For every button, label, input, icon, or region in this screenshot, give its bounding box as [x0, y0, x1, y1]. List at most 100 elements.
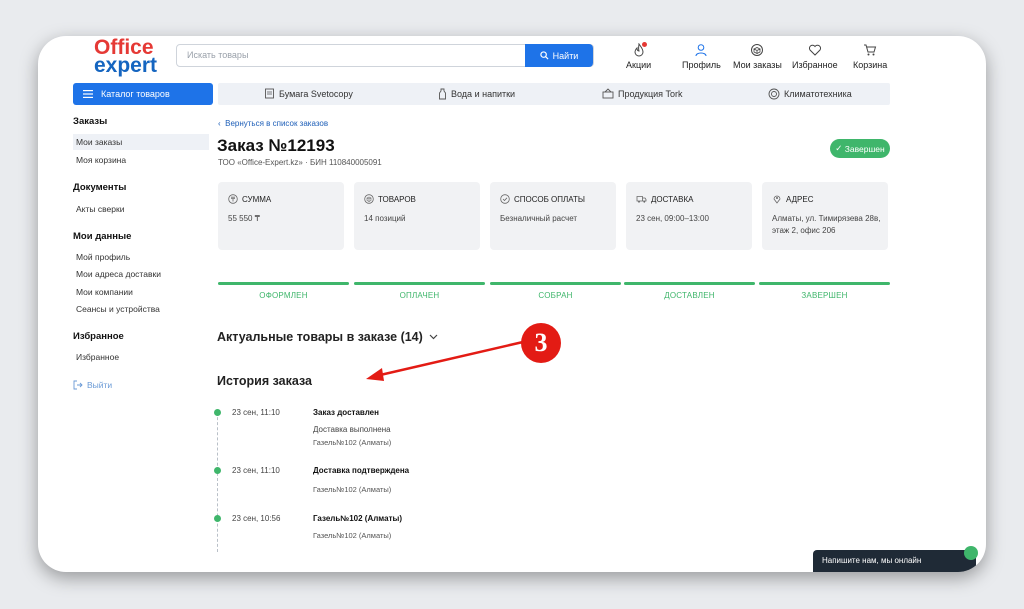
fan-icon: [768, 88, 780, 100]
category-climate-label: Климатотехника: [784, 89, 852, 99]
search-button[interactable]: Найти: [525, 44, 593, 67]
history-title: История заказа: [217, 374, 312, 388]
catalog-button[interactable]: Каталог товаров: [73, 83, 213, 105]
logo-line2: expert: [94, 54, 158, 77]
logout-icon: [73, 380, 83, 390]
history-2-time: 23 сен, 11:10: [232, 466, 280, 475]
category-bar: Бумага Svetocopy Вода и напитки Продукци…: [218, 83, 890, 105]
sidebar-section-my-data: Мои данные: [73, 231, 132, 242]
heart-icon: [808, 43, 822, 57]
company-info: ТОО «Office-Expert.kz» · БИН 11084000509…: [218, 158, 382, 167]
card-address-value: Алматы, ул. Тимирязева 28в, этаж 2, офис…: [772, 214, 881, 235]
card-items-value: 14 позиций: [364, 214, 406, 223]
location-icon: [773, 195, 781, 204]
sidebar-item-favorites[interactable]: Избранное: [73, 349, 209, 365]
sidebar-item-profile[interactable]: Мой профиль: [73, 249, 209, 265]
sidebar-section-documents: Документы: [73, 182, 127, 193]
sidebar-item-sessions[interactable]: Сеансы и устройства: [73, 301, 209, 317]
sidebar-item-addresses[interactable]: Мои адреса доставки: [73, 266, 209, 282]
category-water[interactable]: Вода и напитки: [438, 88, 515, 100]
history-2-title: Доставка подтверждена: [313, 466, 410, 475]
user-icon: [694, 43, 708, 57]
history-3-title: Газель№102 (Алматы): [313, 514, 402, 523]
category-paper[interactable]: Бумага Svetocopy: [264, 88, 353, 99]
card-sum-label: СУММА: [242, 194, 272, 204]
status-badge: ✓ Завершен: [830, 139, 890, 158]
logo[interactable]: Office expert: [94, 37, 158, 77]
card-payment-value: Безналичный расчет: [500, 214, 578, 223]
search-placeholder: Искать товары: [187, 50, 249, 60]
step-delivered-label: ДОСТАВЛЕН: [664, 291, 715, 300]
step-placed-label: ОФОРМЛЕН: [259, 291, 308, 300]
bottle-icon: [439, 88, 446, 100]
nav-promotions-label: Акции: [626, 60, 652, 70]
app-window: Office expert Искать товары Найти Акции …: [38, 36, 986, 572]
card-address-label: АДРЕС: [786, 194, 814, 204]
timeline-line: [217, 412, 218, 552]
nav-favorites-label: Избранное: [792, 60, 838, 70]
step-paid: ОПЛАЧЕН: [354, 282, 485, 300]
nav-orders[interactable]: Мои заказы: [733, 43, 782, 70]
nav-cart[interactable]: Корзина: [853, 43, 887, 70]
sidebar-item-companies[interactable]: Мои компании: [73, 284, 209, 300]
back-link[interactable]: ‹ Вернуться в список заказов: [218, 119, 328, 128]
card-delivery: ДОСТАВКА 23 сен, 09:00–13:00: [626, 182, 752, 250]
category-climate[interactable]: Климатотехника: [768, 88, 852, 100]
timeline-dot: [214, 467, 221, 474]
chat-label: Напишите нам, мы онлайн: [822, 556, 922, 565]
nav-favorites[interactable]: Избранное: [792, 43, 838, 70]
logout-label: Выйти: [87, 380, 113, 390]
search-input[interactable]: Искать товары Найти: [176, 44, 594, 67]
sidebar-section-favorites: Избранное: [73, 331, 124, 342]
sidebar-item-my-cart[interactable]: Моя корзина: [73, 152, 209, 168]
step-delivered: ДОСТАВЛЕН: [624, 282, 755, 300]
sidebar-section-orders: Заказы: [73, 116, 108, 127]
chat-online-icon: [964, 546, 978, 560]
logout-link[interactable]: Выйти: [73, 380, 112, 390]
nav-orders-label: Мои заказы: [733, 60, 782, 70]
annotation-badge: 3: [521, 323, 561, 363]
card-sum-value: 55 550 ₸: [228, 214, 260, 223]
category-paper-label: Бумага Svetocopy: [279, 88, 353, 99]
cart-icon: [863, 43, 877, 57]
step-placed: ОФОРМЛЕН: [218, 282, 349, 300]
box-icon: [750, 43, 764, 57]
check-circle-icon: [500, 194, 510, 204]
card-delivery-value: 23 сен, 09:00–13:00: [636, 214, 709, 223]
category-tork[interactable]: Продукция Tork: [602, 88, 683, 99]
catalog-button-label: Каталог товаров: [101, 89, 170, 99]
back-link-label: Вернуться в список заказов: [225, 119, 329, 128]
card-address: АДРЕС Алматы, ул. Тимирязева 28в, этаж 2…: [762, 182, 888, 250]
status-label: Завершен: [844, 143, 885, 154]
fire-icon: [632, 42, 647, 57]
timeline-dot: [214, 409, 221, 416]
history-1-sub: Газель№102 (Алматы): [313, 438, 392, 447]
annotation-arrow: [366, 340, 524, 381]
history-3-time: 23 сен, 10:56: [232, 514, 281, 523]
card-payment-label: СПОСОБ ОПЛАТЫ: [514, 194, 585, 204]
nav-profile-label: Профиль: [682, 60, 721, 70]
truck-icon: [636, 196, 647, 203]
history-3-sub: Газель№102 (Алматы): [313, 531, 392, 540]
sidebar-item-reconciliation[interactable]: Акты сверки: [73, 201, 209, 217]
history-1-text: Доставка выполнена: [313, 425, 391, 434]
category-water-label: Вода и напитки: [451, 89, 516, 99]
sidebar-item-my-orders[interactable]: Мои заказы: [73, 134, 209, 150]
history-1-time: 23 сен, 11:10: [232, 408, 280, 417]
search-icon: [539, 51, 549, 60]
nav-promotions[interactable]: Акции: [626, 42, 652, 70]
chat-widget[interactable]: Напишите нам, мы онлайн: [813, 546, 978, 572]
history-1-title: Заказ доставлен: [313, 408, 379, 417]
step-paid-label: ОПЛАЧЕН: [399, 291, 440, 300]
paper-icon: [265, 88, 274, 99]
box-icon: [364, 194, 374, 204]
history-2-sub: Газель№102 (Алматы): [313, 485, 392, 494]
card-delivery-label: ДОСТАВКА: [651, 194, 694, 204]
card-items: ТОВАРОВ 14 позиций: [354, 182, 480, 250]
category-tork-label: Продукция Tork: [618, 88, 683, 99]
nav-cart-label: Корзина: [853, 60, 888, 70]
step-completed: ЗАВЕРШЕН: [759, 282, 890, 300]
nav-profile[interactable]: Профиль: [682, 43, 721, 70]
menu-icon: [83, 90, 93, 98]
timeline-dot: [214, 515, 221, 522]
